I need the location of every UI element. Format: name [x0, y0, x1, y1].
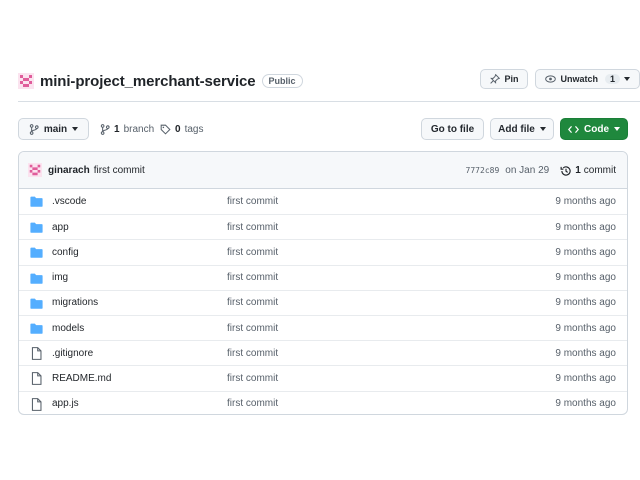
file-name-link[interactable]: app.js	[52, 398, 79, 409]
commit-author-link[interactable]: ginarach	[48, 165, 90, 176]
code-label: Code	[584, 123, 609, 135]
file-icon	[31, 372, 42, 386]
add-file-button[interactable]: Add file	[490, 118, 554, 140]
file-commit-age: 9 months ago	[555, 398, 616, 410]
file-commit-age: 9 months ago	[555, 272, 616, 284]
file-navigation: main 1 branch 0 tags Go to file Add file…	[18, 118, 628, 140]
chevron-down-icon	[624, 77, 630, 81]
commit-count: 1	[575, 165, 581, 176]
tag-word: tags	[184, 123, 204, 135]
file-commit-message-link[interactable]: first commit	[227, 196, 278, 207]
branch-count: 1	[114, 123, 120, 135]
history-icon	[560, 165, 571, 176]
file-name-link[interactable]: app	[52, 222, 69, 233]
file-commit-message-link[interactable]: first commit	[227, 373, 278, 384]
folder-icon	[30, 323, 43, 334]
branch-word: branch	[123, 123, 155, 135]
file-commit-age: 9 months ago	[555, 322, 616, 334]
branch-name: main	[43, 123, 68, 135]
eye-icon	[545, 75, 557, 83]
file-commit-age: 9 months ago	[555, 196, 616, 208]
file-name-link[interactable]: .gitignore	[52, 348, 93, 359]
visibility-badge: Public	[261, 74, 303, 88]
file-commit-age: 9 months ago	[555, 246, 616, 258]
add-file-label: Add file	[498, 123, 535, 135]
file-commit-age: 9 months ago	[555, 372, 616, 384]
latest-commit-bar: ginarach first commit 7772c89 on Jan 29 …	[19, 152, 627, 189]
go-to-file-label: Go to file	[430, 123, 475, 135]
unwatch-button[interactable]: Unwatch 1	[535, 69, 640, 89]
file-commit-message-link[interactable]: first commit	[227, 297, 278, 308]
file-row[interactable]: .gitignore first commit 9 months ago	[19, 340, 627, 365]
file-commit-message-link[interactable]: first commit	[227, 348, 278, 359]
folder-icon	[30, 222, 43, 233]
file-row[interactable]: img first commit 9 months ago	[19, 264, 627, 290]
repo-actions: Pin Unwatch 1	[480, 69, 640, 89]
go-to-file-button[interactable]: Go to file	[421, 118, 484, 140]
commit-meta: 7772c89 on Jan 29 1 commit	[466, 152, 616, 189]
header-divider	[18, 101, 640, 102]
tag-icon	[160, 124, 171, 135]
file-name-link[interactable]: config	[52, 247, 79, 258]
file-row[interactable]: README.md first commit 9 months ago	[19, 365, 627, 390]
file-list-box: ginarach first commit 7772c89 on Jan 29 …	[18, 151, 628, 415]
commit-date: on Jan 29	[505, 165, 550, 176]
branch-select-button[interactable]: main	[18, 118, 89, 140]
file-commit-message-link[interactable]: first commit	[227, 398, 278, 409]
folder-icon	[30, 298, 43, 309]
chevron-down-icon	[539, 127, 546, 131]
code-button[interactable]: Code	[560, 118, 628, 140]
folder-icon	[30, 273, 43, 284]
commit-history-link[interactable]: 1 commit	[560, 165, 616, 177]
pin-button[interactable]: Pin	[480, 69, 529, 89]
file-row[interactable]: .vscode first commit 9 months ago	[19, 189, 627, 214]
chevron-down-icon	[72, 127, 79, 131]
unwatch-label: Unwatch	[560, 74, 598, 84]
file-commit-age: 9 months ago	[555, 297, 616, 309]
repo-name-link[interactable]: mini-project_merchant-service	[40, 73, 256, 90]
commit-message-link[interactable]: first commit	[94, 165, 145, 176]
commit-sha-link[interactable]: 7772c89	[466, 166, 500, 175]
tag-count: 0	[175, 123, 181, 135]
file-name-link[interactable]: README.md	[52, 373, 111, 384]
file-commit-message-link[interactable]: first commit	[227, 323, 278, 334]
code-icon	[568, 125, 579, 133]
file-commit-age: 9 months ago	[555, 221, 616, 233]
file-name-link[interactable]: .vscode	[52, 196, 86, 207]
watch-count: 1	[604, 74, 620, 84]
file-commit-age: 9 months ago	[555, 347, 616, 359]
file-commit-message-link[interactable]: first commit	[227, 222, 278, 233]
file-commit-message-link[interactable]: first commit	[227, 247, 278, 258]
chevron-down-icon	[614, 127, 620, 131]
file-row[interactable]: app first commit 9 months ago	[19, 214, 627, 239]
file-row[interactable]: models first commit 9 months ago	[19, 314, 627, 340]
pin-label: Pin	[504, 74, 519, 84]
owner-avatar[interactable]	[18, 73, 34, 89]
repo-header: mini-project_merchant-service Public Pin…	[18, 68, 640, 94]
folder-icon	[30, 196, 43, 207]
commit-count-word: commit	[583, 165, 616, 176]
git-branch-icon	[29, 123, 39, 135]
tags-link[interactable]: 0 tags	[160, 118, 203, 140]
pin-icon	[490, 74, 501, 84]
file-icon	[31, 397, 42, 411]
file-name-link[interactable]: models	[52, 323, 84, 334]
file-commit-message-link[interactable]: first commit	[227, 272, 278, 283]
file-row[interactable]: config first commit 9 months ago	[19, 239, 627, 264]
author-avatar[interactable]	[28, 163, 42, 177]
file-row[interactable]: migrations first commit 9 months ago	[19, 289, 627, 315]
git-branch-icon	[100, 123, 110, 135]
file-name-link[interactable]: img	[52, 272, 68, 283]
branches-link[interactable]: 1 branch	[100, 118, 154, 140]
file-name-link[interactable]: migrations	[52, 297, 98, 308]
file-rows: .vscode first commit 9 months ago app first …	[19, 189, 627, 415]
file-row[interactable]: app.js first commit 9 months ago	[19, 390, 627, 415]
folder-icon	[30, 248, 43, 259]
file-icon	[31, 347, 42, 361]
